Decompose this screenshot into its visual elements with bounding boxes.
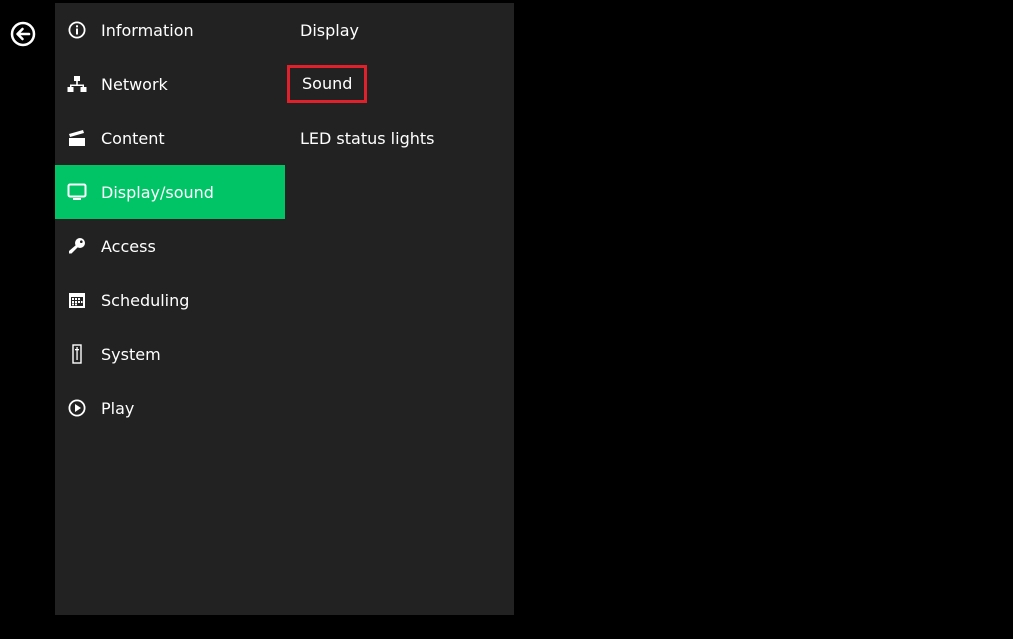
menu-item-label: Play bbox=[101, 398, 135, 418]
calendar-icon bbox=[67, 290, 87, 310]
menu-item-label: Network bbox=[101, 74, 168, 94]
back-button[interactable] bbox=[10, 21, 36, 47]
menu-item-content[interactable]: Content bbox=[55, 111, 285, 165]
back-arrow-icon bbox=[10, 21, 36, 47]
monitor-icon bbox=[67, 182, 87, 202]
settings-menu-panel: Information Network Content Display/soun… bbox=[55, 3, 514, 615]
sub-item-label: Sound bbox=[287, 65, 368, 103]
menu-item-label: System bbox=[101, 344, 161, 364]
menu-item-label: Display/sound bbox=[101, 182, 214, 202]
sub-item-sound[interactable]: Sound bbox=[285, 57, 514, 111]
menu-item-access[interactable]: Access bbox=[55, 219, 285, 273]
sub-item-label: LED status lights bbox=[300, 128, 435, 148]
sub-menu: Display Sound LED status lights bbox=[285, 3, 514, 165]
menu-item-scheduling[interactable]: Scheduling bbox=[55, 273, 285, 327]
menu-item-play[interactable]: Play bbox=[55, 381, 285, 435]
play-icon bbox=[67, 398, 87, 418]
network-icon bbox=[67, 74, 87, 94]
menu-item-network[interactable]: Network bbox=[55, 57, 285, 111]
menu-item-label: Information bbox=[101, 20, 194, 40]
menu-item-system[interactable]: System bbox=[55, 327, 285, 381]
main-menu: Information Network Content Display/soun… bbox=[55, 3, 285, 435]
menu-item-label: Access bbox=[101, 236, 156, 256]
sub-item-label: Display bbox=[300, 20, 359, 40]
menu-item-label: Scheduling bbox=[101, 290, 190, 310]
menu-item-display-sound[interactable]: Display/sound bbox=[55, 165, 285, 219]
key-icon bbox=[67, 236, 87, 256]
sub-item-display[interactable]: Display bbox=[285, 3, 514, 57]
sub-item-led-status-lights[interactable]: LED status lights bbox=[285, 111, 514, 165]
system-icon bbox=[67, 344, 87, 364]
info-icon bbox=[67, 20, 87, 40]
menu-item-label: Content bbox=[101, 128, 165, 148]
screen: Information Network Content Display/soun… bbox=[0, 0, 1013, 639]
clapperboard-icon bbox=[67, 128, 87, 148]
menu-item-information[interactable]: Information bbox=[55, 3, 285, 57]
